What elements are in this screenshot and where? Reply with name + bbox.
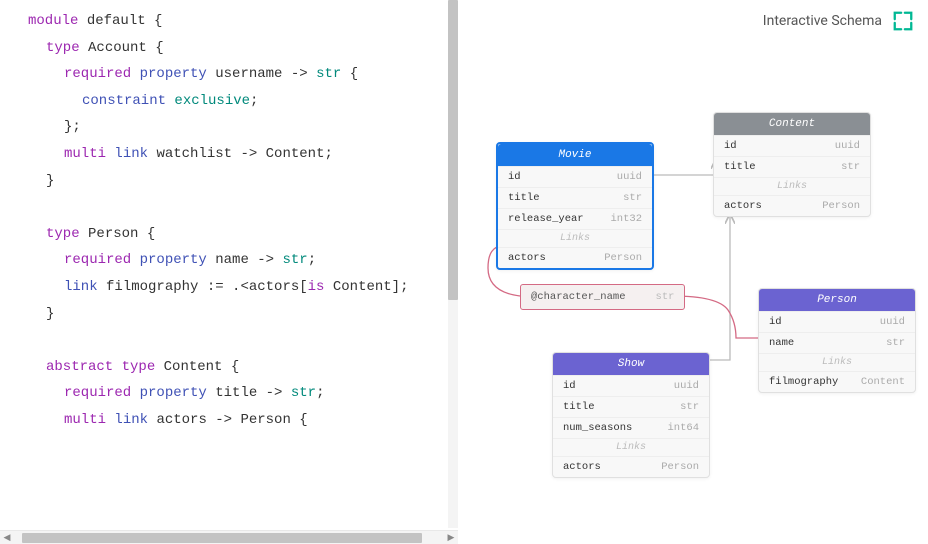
entity-head: Person xyxy=(759,289,915,311)
link-row: actorsPerson xyxy=(553,456,709,477)
vertical-scrollbar[interactable] xyxy=(448,0,458,528)
scroll-right-icon[interactable]: ▶ xyxy=(444,531,458,544)
entity-show[interactable]: Show iduuid titlestr num_seasonsint64 Li… xyxy=(552,352,710,478)
prop-row: release_yearint32 xyxy=(498,208,652,229)
prop-row: iduuid xyxy=(714,135,870,156)
prop-row: iduuid xyxy=(553,375,709,396)
prop-row: iduuid xyxy=(759,311,915,332)
entity-head: Content xyxy=(714,113,870,135)
code-editor-pane: module default { type Account { required… xyxy=(0,0,458,544)
links-label: Links xyxy=(759,353,915,371)
scroll-left-icon[interactable]: ◀ xyxy=(0,531,14,544)
links-label: Links xyxy=(714,177,870,195)
links-label: Links xyxy=(498,229,652,247)
vertical-scrollbar-thumb[interactable] xyxy=(448,0,458,300)
diagram-canvas[interactable]: Movie iduuid titlestr release_yearint32 … xyxy=(458,0,928,544)
link-row: actorsPerson xyxy=(714,195,870,216)
prop-row: titlestr xyxy=(498,187,652,208)
horizontal-scrollbar[interactable]: ◀ ▶ xyxy=(0,530,458,544)
code-editor[interactable]: module default { type Account { required… xyxy=(0,0,450,528)
prop-row: iduuid xyxy=(498,166,652,187)
entity-content[interactable]: Content iduuid titlestr Links actorsPers… xyxy=(713,112,871,217)
entity-person[interactable]: Person iduuid namestr Links filmographyC… xyxy=(758,288,916,393)
links-label: Links xyxy=(553,438,709,456)
entity-movie[interactable]: Movie iduuid titlestr release_yearint32 … xyxy=(496,142,654,270)
horizontal-scrollbar-thumb[interactable] xyxy=(22,533,422,543)
link-row: actorsPerson xyxy=(498,247,652,268)
prop-row: titlestr xyxy=(553,396,709,417)
prop-row: titlestr xyxy=(714,156,870,177)
prop-row: num_seasonsint64 xyxy=(553,417,709,438)
link-row: filmographyContent xyxy=(759,371,915,392)
entity-head: Show xyxy=(553,353,709,375)
entity-head: Movie xyxy=(498,144,652,166)
link-property[interactable]: @character_name str xyxy=(520,284,685,310)
prop-row: namestr xyxy=(759,332,915,353)
schema-pane: Interactive Schema xyxy=(458,0,928,544)
